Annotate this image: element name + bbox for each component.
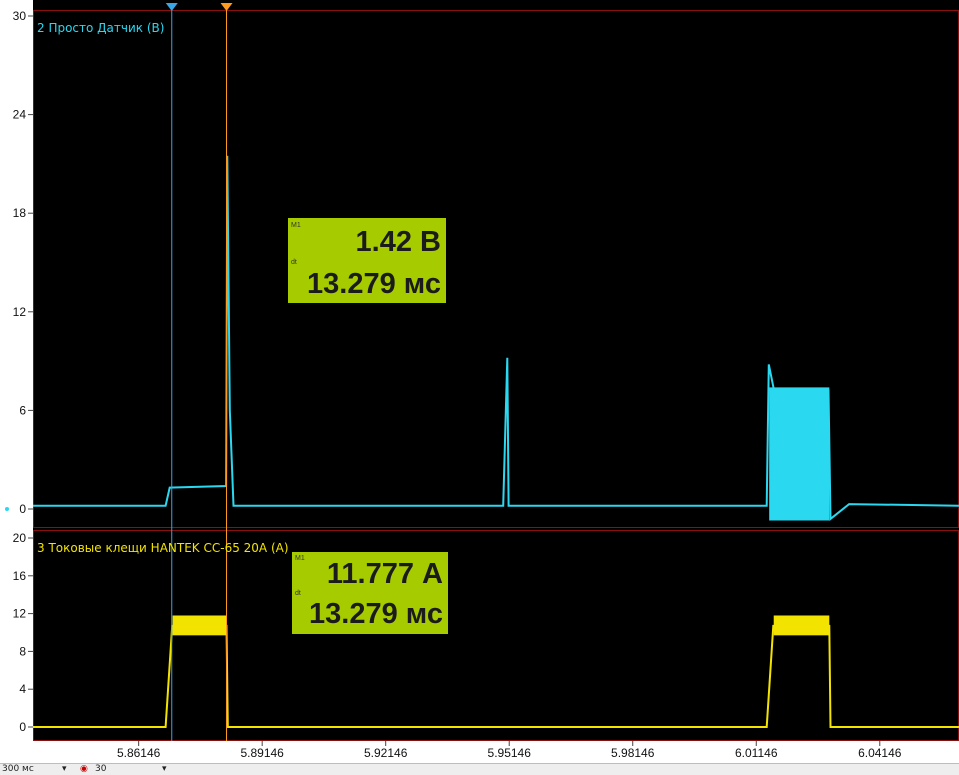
status-bar: 300 мс ▾ ◉ 30 ▾ xyxy=(0,763,959,775)
y-tick-label: 0 xyxy=(19,720,26,734)
measurement-value: 1.42 В xyxy=(355,226,441,258)
x-tick-label: 5.98146 xyxy=(611,746,655,760)
x-tick-label: 5.89146 xyxy=(240,746,284,760)
channel-3-label: 3 Токовые клещи HANTEK CC-65 20A (A) xyxy=(37,541,289,555)
record-icon[interactable]: ◉ xyxy=(80,764,88,775)
measurement-value: 11.777 А xyxy=(326,558,443,590)
y-tick-label: 18 xyxy=(13,206,27,220)
channel-2-label: 2 Просто Датчик (В) xyxy=(37,21,165,35)
y-tick-label: 20 xyxy=(13,531,27,545)
y-tick-label: 24 xyxy=(13,108,27,122)
ch3-pulse-band xyxy=(773,615,830,636)
x-tick-label: 5.86146 xyxy=(117,746,161,760)
y-tick-label: 8 xyxy=(19,644,26,658)
oscilloscope-plot[interactable]: 30 24 18 12 6 0 20 16 12 8 4 0 5.86146 5.89146 5.92146… xyxy=(0,0,959,774)
dropdown-arrow-icon[interactable]: ▾ xyxy=(62,764,67,775)
y-tick-label: 12 xyxy=(13,305,27,319)
x-tick-label: 5.95146 xyxy=(488,746,532,760)
y-tick-label: 12 xyxy=(13,607,27,621)
count-value[interactable]: 30 xyxy=(95,764,106,775)
dropdown-arrow-icon[interactable]: ▾ xyxy=(162,764,167,775)
measurement-tag: M1 xyxy=(295,555,305,562)
measurement-tag: M1 xyxy=(291,222,301,229)
timebase-value[interactable]: 300 мс xyxy=(2,764,34,775)
y-tick-label: 4 xyxy=(19,682,26,696)
y-tick-label: 16 xyxy=(13,569,27,583)
ch2-noise-band xyxy=(769,387,830,521)
x-tick-label: 6.04146 xyxy=(858,746,902,760)
measurement-box-ch2[interactable]: M1 1.42 В dt 13.279 мс xyxy=(287,217,447,304)
measurement-dt-tag: dt xyxy=(295,590,301,597)
y-tick-label: 6 xyxy=(19,403,26,417)
x-tick-label: 5.92146 xyxy=(364,746,408,760)
measurement-dt-value: 13.279 мс xyxy=(309,598,443,630)
measurement-dt-tag: dt xyxy=(291,259,297,266)
ch2-zero-marker xyxy=(5,507,9,511)
y-tick-label: 30 xyxy=(13,9,27,23)
measurement-box-ch3[interactable]: M1 11.777 А dt 13.279 мс xyxy=(291,551,449,635)
cursor-b-handle[interactable] xyxy=(220,3,233,11)
y-tick-label: 0 xyxy=(19,502,26,516)
ch3-pulse-band xyxy=(172,615,227,636)
x-tick-label: 6.01146 xyxy=(735,746,778,760)
measurement-dt-value: 13.279 мс xyxy=(307,268,441,300)
cursor-a-handle[interactable] xyxy=(165,3,178,11)
